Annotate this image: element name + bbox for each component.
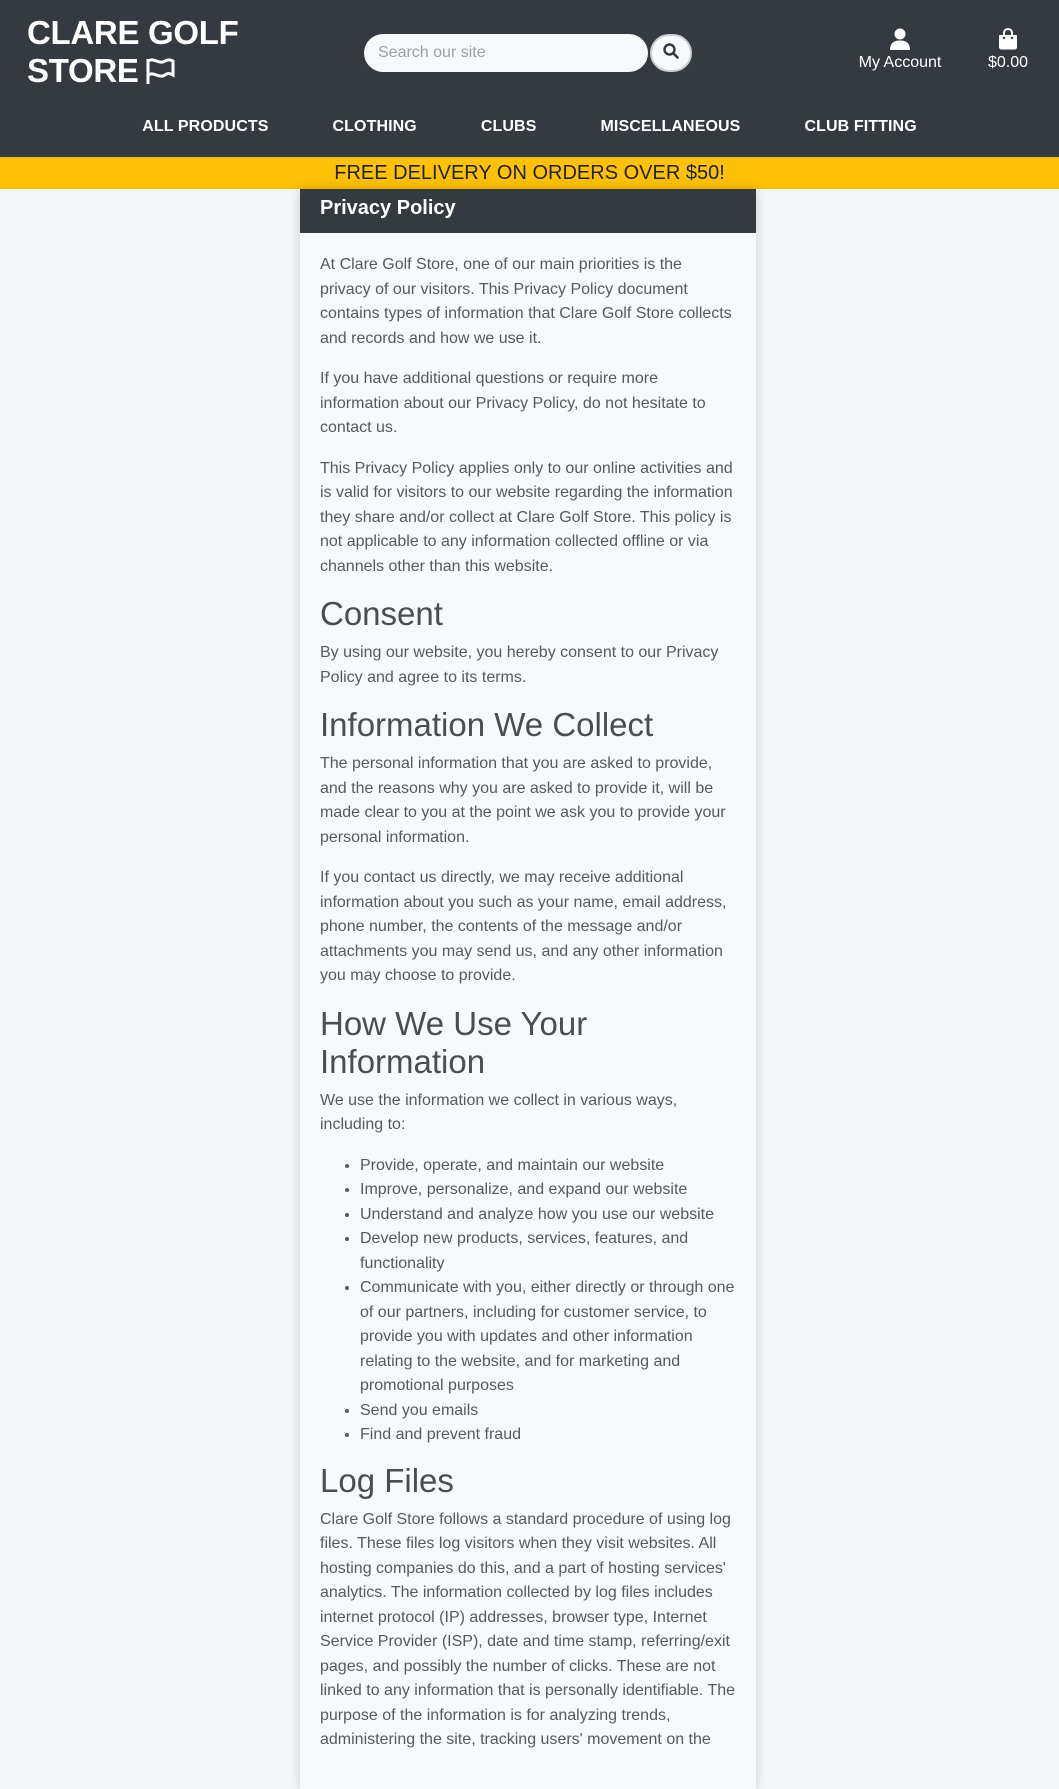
- search-bar: [364, 34, 692, 72]
- search-input[interactable]: [364, 34, 648, 72]
- list-item: Send you emails: [360, 1399, 736, 1424]
- collect-paragraph: If you contact us directly, we may recei…: [320, 869, 727, 984]
- use-list: Provide, operate, and maintain our websi…: [360, 1154, 736, 1448]
- collect-heading: Information We Collect: [320, 706, 654, 743]
- list-item: Understand and analyze how you use our w…: [360, 1203, 736, 1228]
- privacy-policy-card: Privacy Policy At Clare Golf Store, one …: [300, 189, 756, 1789]
- cart-link[interactable]: $0.00: [980, 28, 1036, 72]
- my-account-label: My Account: [858, 54, 942, 71]
- use-intro: We use the information we collect in var…: [320, 1091, 678, 1134]
- list-item: Provide, operate, and maintain our websi…: [360, 1154, 736, 1179]
- logo-line-1: CLARE GOLF: [27, 14, 239, 51]
- site-header: CLARE GOLF STORE My Account $0.00 ALL PR…: [0, 0, 1059, 157]
- site-logo[interactable]: CLARE GOLF STORE: [27, 14, 239, 93]
- intro-paragraph: At Clare Golf Store, one of our main pri…: [320, 256, 732, 347]
- nav-club-fitting[interactable]: CLUB FITTING: [772, 118, 948, 136]
- my-account-link[interactable]: My Account: [852, 28, 948, 72]
- intro-paragraph: If you have additional questions or requ…: [320, 370, 706, 436]
- search-icon: [663, 42, 679, 64]
- nav-clothing[interactable]: CLOTHING: [301, 118, 449, 136]
- consent-paragraph: By using our website, you hereby consent…: [320, 644, 719, 686]
- main-nav: ALL PRODUCTS CLOTHING CLUBS MISCELLANEOU…: [0, 118, 1059, 136]
- log-files-heading: Log Files: [320, 1461, 454, 1499]
- logo-line-2: STORE: [27, 52, 139, 89]
- log-files-paragraph: Clare Golf Store follows a standard proc…: [320, 1510, 736, 1749]
- list-item: Find and prevent fraud: [360, 1423, 736, 1448]
- shopping-bag-icon: [980, 28, 1036, 52]
- list-item: Communicate with you, either directly or…: [360, 1276, 736, 1399]
- cart-total: $0.00: [987, 54, 1029, 71]
- list-item: Improve, personalize, and expand our web…: [360, 1178, 736, 1203]
- intro-paragraph: This Privacy Policy applies only to our …: [320, 459, 733, 575]
- use-heading: How We Use Your Information: [320, 1004, 588, 1080]
- flag-icon: [145, 55, 175, 93]
- nav-clubs[interactable]: CLUBS: [449, 118, 569, 136]
- consent-heading: Consent: [320, 595, 443, 632]
- collect-paragraph: The personal information that you are as…: [320, 755, 726, 846]
- nav-all-products[interactable]: ALL PRODUCTS: [110, 118, 300, 136]
- policy-body: At Clare Golf Store, one of our main pri…: [300, 233, 756, 1789]
- user-icon: [852, 28, 948, 52]
- card-title: Privacy Policy: [300, 189, 756, 233]
- list-item: Develop new products, services, features…: [360, 1227, 736, 1276]
- search-button[interactable]: [650, 34, 692, 72]
- nav-miscellaneous[interactable]: MISCELLANEOUS: [568, 118, 772, 136]
- free-delivery-banner: FREE DELIVERY ON ORDERS OVER $50!: [0, 157, 1059, 189]
